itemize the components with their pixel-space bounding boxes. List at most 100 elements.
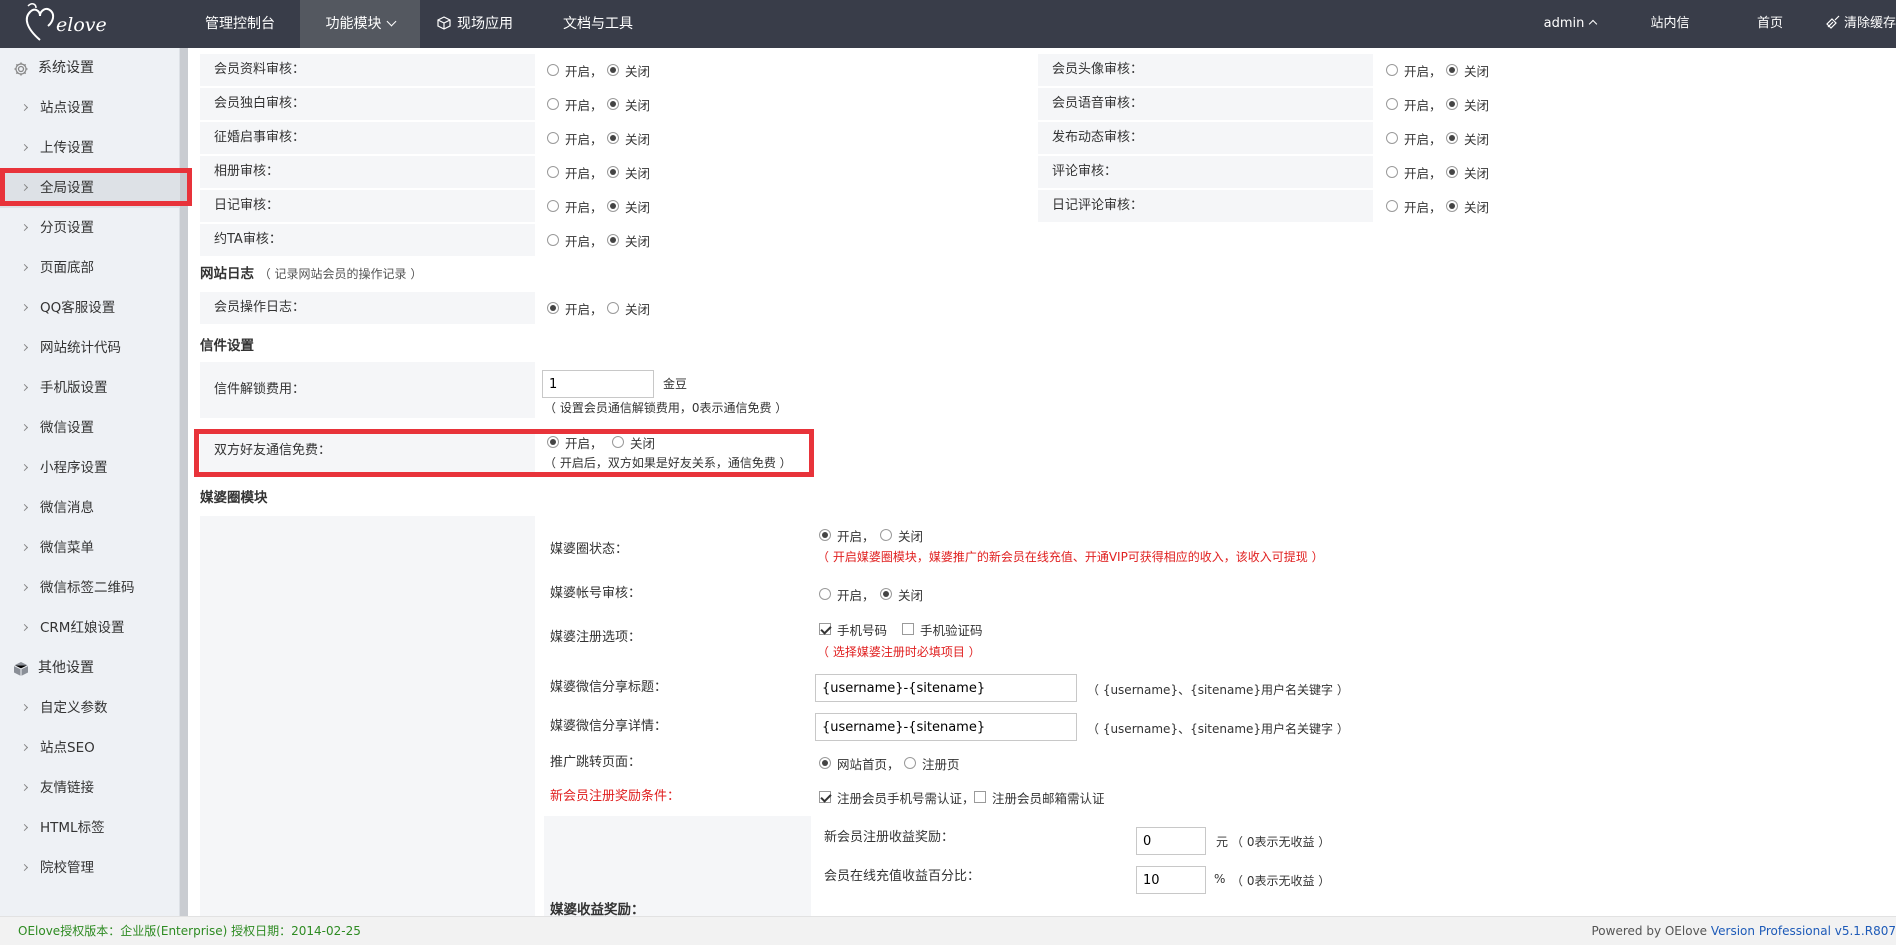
footer-version-link[interactable]: Version Professional v5.1.R807: [1711, 924, 1896, 938]
nav-messages[interactable]: 站内信: [1630, 0, 1710, 48]
nav-clear-cache[interactable]: 清除缓存: [1826, 0, 1896, 48]
chevron-right-icon: [21, 104, 28, 111]
sidebar-item-wechat-qrcode[interactable]: 微信标签二维码: [0, 568, 180, 608]
radio-off[interactable]: 关闭: [880, 585, 923, 603]
chevron-right-icon: [21, 384, 28, 391]
sidebar-item-wechat[interactable]: 微信设置: [0, 408, 180, 448]
chevron-right-icon: [21, 544, 28, 551]
radio-off[interactable]: 关闭: [607, 95, 650, 113]
nav-docs-tools[interactable]: 文档与工具: [548, 0, 648, 48]
sidebar-item-crm[interactable]: CRM红娘设置: [0, 608, 180, 648]
sidebar-item-custom-params[interactable]: 自定义参数: [0, 688, 180, 728]
radio-on[interactable]: 开启，: [547, 95, 603, 113]
section-title-log: 网站日志 （ 记录网站会员的操作记录 ）: [200, 262, 422, 282]
mm-reg-phone-checkbox[interactable]: 手机号码: [819, 620, 887, 638]
chevron-right-icon: [21, 504, 28, 511]
radio-on[interactable]: 开启，: [547, 61, 603, 79]
radio-on[interactable]: 开启，: [547, 163, 603, 181]
nav-live-apps[interactable]: 现场应用: [420, 0, 530, 48]
box-icon: [13, 661, 29, 677]
chevron-up-icon: [1589, 20, 1597, 28]
radio-on[interactable]: 开启，: [547, 231, 603, 249]
audit-label: 发布动态审核：: [1038, 122, 1373, 154]
audit-label: 约TA审核：: [200, 224, 535, 256]
sidebar-item-links[interactable]: 友情链接: [0, 768, 180, 808]
nav-home[interactable]: 首页: [1730, 0, 1810, 48]
radio-on[interactable]: 开启，: [547, 197, 603, 215]
mm-reg-label: 媒婆注册选项：: [544, 622, 804, 654]
sidebar-group-system[interactable]: 系统设置: [0, 48, 180, 88]
sidebar-item-wechat-menu[interactable]: 微信菜单: [0, 528, 180, 568]
log-label: 会员操作日志：: [200, 292, 535, 324]
radio-off[interactable]: 关闭: [607, 163, 650, 181]
radio-off[interactable]: 关闭: [1446, 95, 1489, 113]
sidebar-item-global[interactable]: 全局设置: [0, 168, 180, 208]
mm-share-title-input[interactable]: [815, 674, 1077, 702]
mm-share-detail-hint: （ {username}、{sitename}用户名关键字 ）: [1087, 720, 1349, 737]
radio-on[interactable]: 开启，: [819, 526, 875, 544]
audit-label: 会员资料审核：: [200, 54, 535, 86]
radio-off[interactable]: 关闭: [607, 231, 650, 249]
brand-logo[interactable]: elove: [22, 0, 132, 48]
footer-powered: Powered by OElove Version Professional v…: [1592, 917, 1896, 946]
sidebar-item-stats[interactable]: 网站统计代码: [0, 328, 180, 368]
mm-income-hint: （ 0表示无收益 ）: [1231, 833, 1330, 850]
nav-admin-user[interactable]: admin: [1530, 0, 1610, 48]
sidebar-item-html-tags[interactable]: HTML标签: [0, 808, 180, 848]
radio-on[interactable]: 开启，: [547, 433, 603, 451]
radio-on[interactable]: 开启，: [1386, 95, 1442, 113]
radio-on[interactable]: 开启，: [1386, 163, 1442, 181]
sidebar-item-schools[interactable]: 院校管理: [0, 848, 180, 888]
sidebar-item-wechat-msg[interactable]: 微信消息: [0, 488, 180, 528]
broom-icon: [1826, 15, 1840, 29]
sidebar-item-miniprogram[interactable]: 小程序设置: [0, 448, 180, 488]
mm-income-recharge-input[interactable]: [1136, 866, 1206, 894]
mm-redirect-label: 推广跳转页面：: [544, 747, 804, 779]
sidebar-scrollbar[interactable]: [180, 48, 188, 916]
mm-reward-email-checkbox[interactable]: 注册会员邮箱需认证: [974, 788, 1105, 806]
footer: OElove授权版本：企业版(Enterprise) 授权日期：2014-02-…: [0, 916, 1896, 945]
radio-off[interactable]: 关闭: [1446, 197, 1489, 215]
radio-off[interactable]: 关闭: [1446, 129, 1489, 147]
sidebar-item-mobile[interactable]: 手机版设置: [0, 368, 180, 408]
radio-off[interactable]: 关闭: [607, 61, 650, 79]
nav-modules[interactable]: 功能模块: [300, 0, 420, 48]
mm-reg-code-checkbox[interactable]: 手机验证码: [902, 620, 983, 638]
mm-share-detail-input[interactable]: [815, 713, 1077, 741]
audit-label: 会员语音审核：: [1038, 88, 1373, 120]
mm-income-register-input[interactable]: [1136, 827, 1206, 855]
sidebar-item-upload[interactable]: 上传设置: [0, 128, 180, 168]
radio-off[interactable]: 关闭: [607, 129, 650, 147]
mm-redirect-home-radio[interactable]: 网站首页，: [819, 754, 900, 772]
radio-on[interactable]: 开启，: [547, 299, 603, 317]
mm-status-label: 媒婆圈状态：: [544, 534, 804, 566]
audit-label: 会员头像审核：: [1038, 54, 1373, 86]
sidebar-group-other[interactable]: 其他设置: [0, 648, 180, 688]
radio-off[interactable]: 关闭: [612, 433, 655, 451]
radio-off[interactable]: 关闭: [1446, 61, 1489, 79]
radio-on[interactable]: 开启，: [1386, 61, 1442, 79]
sidebar-item-site[interactable]: 站点设置: [0, 88, 180, 128]
mail-free-label: 双方好友通信免费：: [200, 430, 535, 472]
chevron-right-icon: [21, 584, 28, 591]
radio-off[interactable]: 关闭: [1446, 163, 1489, 181]
sidebar-item-seo[interactable]: 站点SEO: [0, 728, 180, 768]
mm-redirect-register-radio[interactable]: 注册页: [904, 754, 960, 772]
radio-on[interactable]: 开启，: [1386, 129, 1442, 147]
nav-dashboard[interactable]: 管理控制台: [190, 0, 290, 48]
radio-on[interactable]: 开启，: [1386, 197, 1442, 215]
mm-reward-phone-checkbox[interactable]: 注册会员手机号需认证，: [819, 788, 975, 806]
sidebar-item-paging[interactable]: 分页设置: [0, 208, 180, 248]
radio-on[interactable]: 开启，: [547, 129, 603, 147]
radio-on[interactable]: 开启，: [819, 585, 875, 603]
audit-label: 日记评论审核：: [1038, 190, 1373, 222]
mail-fee-unit: 金豆: [663, 375, 687, 392]
sidebar-item-footer[interactable]: 页面底部: [0, 248, 180, 288]
radio-off[interactable]: 关闭: [880, 526, 923, 544]
mm-income-hint: （ 0表示无收益 ）: [1231, 872, 1330, 889]
radio-off[interactable]: 关闭: [607, 299, 650, 317]
mail-fee-input[interactable]: [542, 370, 654, 398]
radio-off[interactable]: 关闭: [607, 197, 650, 215]
audit-label: 相册审核：: [200, 156, 535, 188]
sidebar-item-qq[interactable]: QQ客服设置: [0, 288, 180, 328]
